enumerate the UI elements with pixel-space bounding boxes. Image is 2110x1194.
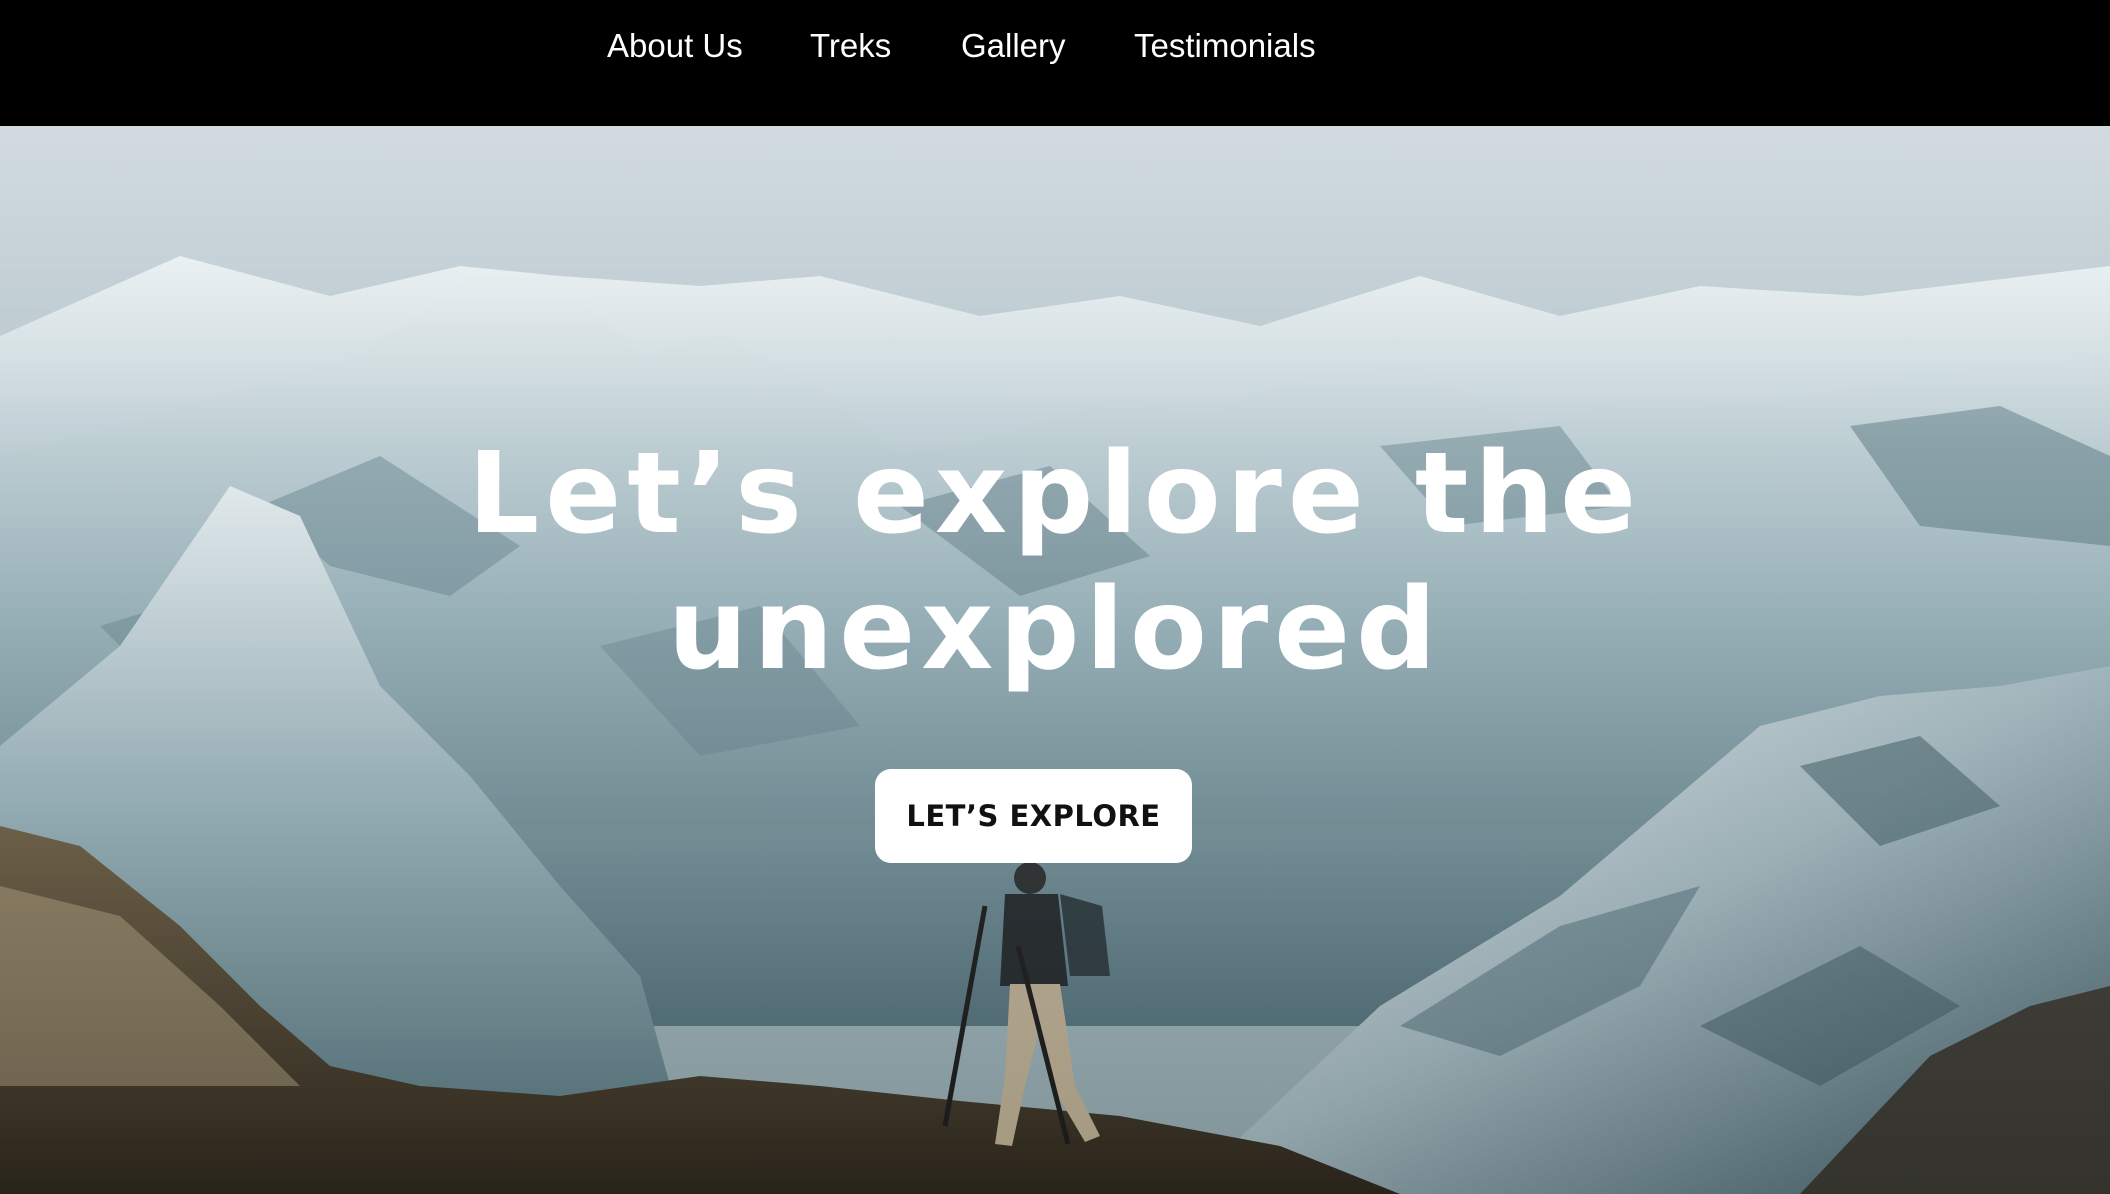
nav-link-testimonials[interactable]: Testimonials bbox=[1134, 22, 1316, 70]
hero-headline: Let’s explore the unexplored bbox=[255, 426, 1855, 698]
page: About Us Treks Gallery Testimonials Let’… bbox=[0, 0, 2110, 1194]
lets-explore-button[interactable]: LET’S EXPLORE bbox=[875, 769, 1192, 863]
nav-link-gallery[interactable]: Gallery bbox=[961, 22, 1066, 70]
top-navigation: About Us Treks Gallery Testimonials bbox=[0, 0, 2110, 126]
hero-headline-line-1: Let’s explore the bbox=[467, 429, 1643, 559]
nav-link-treks[interactable]: Treks bbox=[810, 22, 891, 70]
hero-headline-line-2: unexplored bbox=[667, 565, 1443, 695]
hero-section: Let’s explore the unexplored LET’S EXPLO… bbox=[0, 126, 2110, 1194]
nav-link-about-us[interactable]: About Us bbox=[607, 22, 743, 70]
